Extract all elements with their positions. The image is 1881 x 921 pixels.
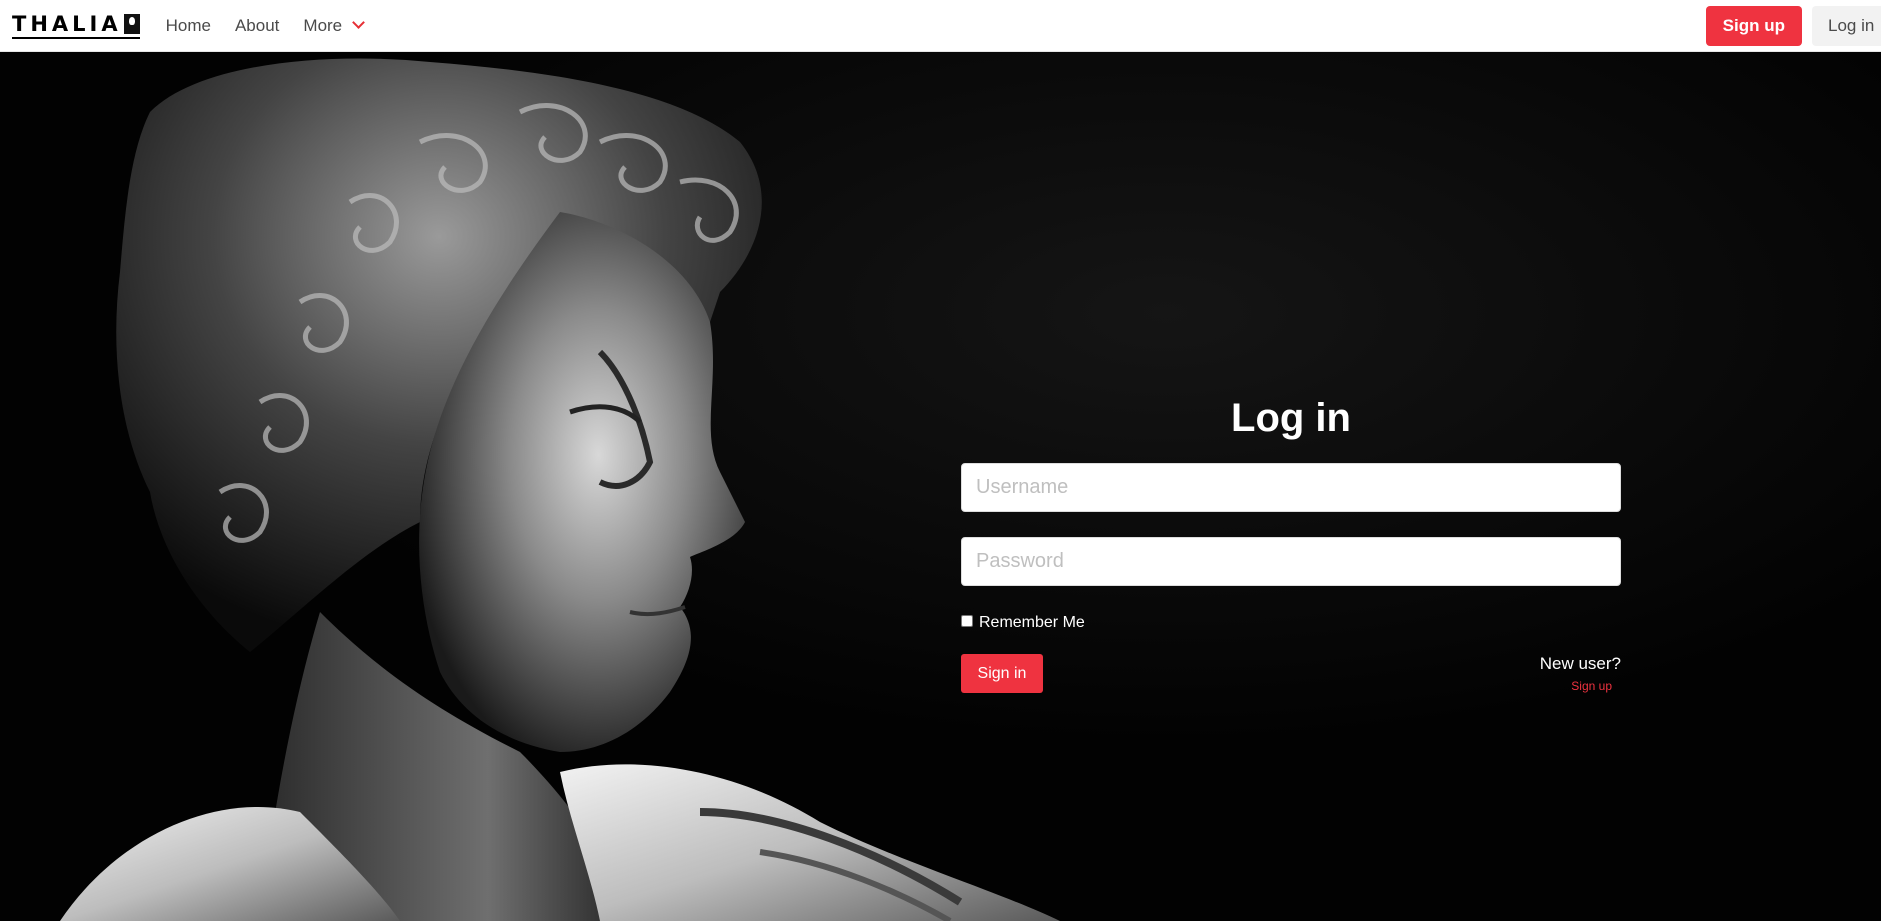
login-actions: Sign in New user? Sign up <box>961 654 1621 693</box>
username-input[interactable] <box>961 463 1621 512</box>
top-navbar: THALIA Home About More Sign up Log in <box>0 0 1881 52</box>
nav-more-label: More <box>303 15 343 35</box>
logo-text: THALIA <box>12 12 122 36</box>
nav-actions: Sign up Log in <box>1705 0 1881 52</box>
nav-more[interactable]: More <box>303 15 366 36</box>
new-user-block: New user? Sign up <box>1540 654 1621 693</box>
remember-me-row: Remember Me <box>961 614 1621 632</box>
chevron-down-icon <box>352 16 366 29</box>
sign-in-button[interactable]: Sign in <box>961 654 1043 693</box>
remember-me-checkbox[interactable] <box>961 615 973 627</box>
thalia-logo[interactable]: THALIA <box>12 13 140 39</box>
logo-mark-icon <box>123 14 140 34</box>
login-title: Log in <box>1231 396 1351 440</box>
signup-link[interactable]: Sign up <box>1540 679 1612 693</box>
remember-me-label: Remember Me <box>979 614 1085 631</box>
login-form: Log in Remember Me Sign in New user? Sig… <box>961 390 1621 693</box>
nav-home[interactable]: Home <box>166 16 211 36</box>
login-button[interactable]: Log in <box>1812 5 1881 46</box>
password-input[interactable] <box>961 537 1621 586</box>
nav-about[interactable]: About <box>235 16 279 36</box>
hero-background: Log in Remember Me Sign in New user? Sig… <box>0 52 1881 921</box>
new-user-label: New user? <box>1539 654 1621 673</box>
signup-button[interactable]: Sign up <box>1705 5 1802 46</box>
